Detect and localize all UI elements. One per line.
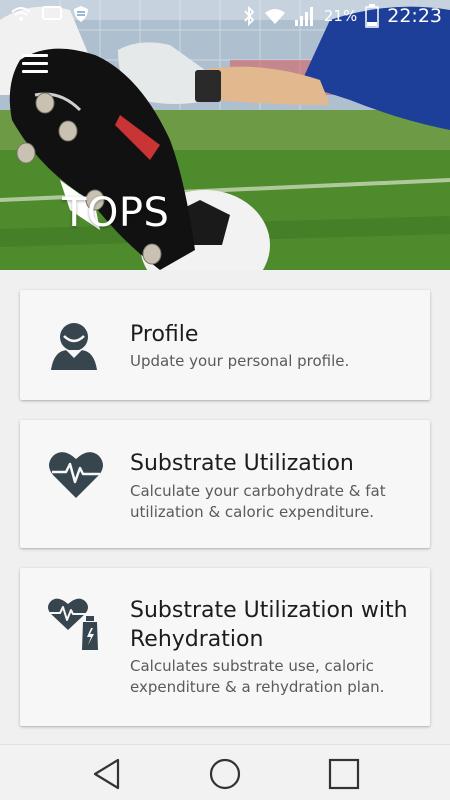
status-bar-left	[10, 5, 90, 23]
app-title: TOPS	[62, 190, 170, 236]
profile-card-description: Update your personal profile.	[130, 352, 350, 370]
status-bar-right: 21% 22:23	[242, 4, 442, 28]
substrate-utilization-card[interactable]: Substrate Utilization Calculate your car…	[20, 420, 430, 548]
profile-card-title: Profile	[130, 322, 199, 347]
recent-apps-icon[interactable]	[324, 755, 364, 793]
heart-pulse-icon	[49, 452, 103, 498]
substrate-rehydration-card-title: Substrate Utilization with Rehydration	[130, 598, 408, 652]
wifi-icon	[264, 9, 285, 24]
person-icon	[51, 323, 97, 370]
screen-icon	[42, 6, 62, 20]
header-banner: 21% 22:23 TOPS	[0, 0, 450, 270]
status-bar: 21% 22:23	[0, 0, 450, 34]
back-icon[interactable]	[87, 755, 127, 793]
substrate-utilization-card-description: Calculate your carbohydrate & fat utiliz…	[130, 482, 386, 521]
substrate-rehydration-card[interactable]: Substrate Utilization with Rehydration C…	[20, 568, 430, 726]
shield-icon	[74, 6, 88, 22]
home-icon[interactable]	[205, 755, 245, 793]
bluetooth-icon	[244, 6, 255, 26]
battery-percent: 21%	[323, 7, 358, 25]
menu-icon[interactable]	[22, 54, 48, 76]
wifi-alert-icon	[11, 7, 31, 21]
navigation-bar	[0, 744, 450, 800]
substrate-rehydration-card-description: Calculates substrate use, caloric expend…	[130, 657, 385, 696]
signal-icon	[294, 7, 313, 26]
substrate-utilization-card-title: Substrate Utilization	[130, 451, 354, 476]
clock-time: 22:23	[387, 5, 442, 27]
battery-icon	[365, 4, 379, 28]
profile-card[interactable]: Profile Update your personal profile.	[20, 290, 430, 400]
heart-bottle-icon	[48, 598, 98, 650]
